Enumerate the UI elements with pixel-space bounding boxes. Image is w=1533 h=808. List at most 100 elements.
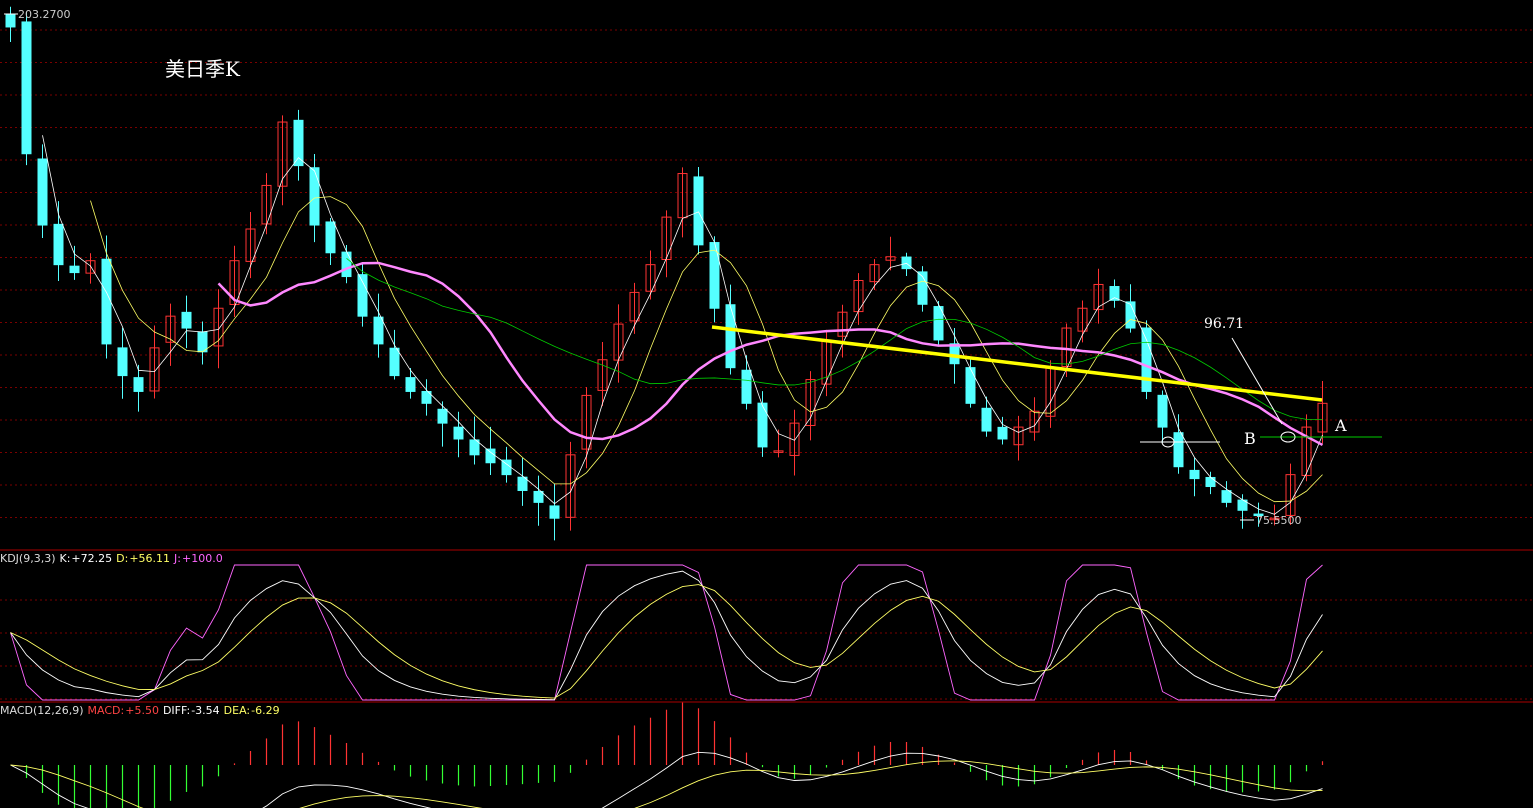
candle: [437, 401, 448, 447]
candle-body: [293, 119, 304, 167]
candle: [549, 483, 560, 541]
candle: [1317, 380, 1328, 444]
candle: [5, 6, 16, 42]
trendline: [711, 325, 1323, 402]
candle-body: [933, 306, 944, 341]
candle: [1013, 415, 1024, 461]
macd-label: MACD:: [87, 704, 125, 717]
candle: [1029, 397, 1040, 441]
candle: [1077, 300, 1088, 343]
macd-plot: [10, 702, 1324, 808]
candle-body: [1109, 286, 1120, 301]
level-value-label: 96.71: [1204, 316, 1244, 332]
candle: [981, 396, 992, 437]
candle: [21, 11, 32, 166]
candle-body: [101, 258, 112, 345]
candle: [245, 211, 256, 279]
candle-body: [5, 13, 16, 28]
candle-body: [1141, 327, 1152, 392]
candle: [1221, 481, 1232, 508]
candle: [181, 295, 192, 349]
candle-body: [693, 176, 704, 246]
candle: [965, 358, 976, 408]
candle: [85, 253, 96, 284]
candle-body: [1221, 490, 1232, 503]
candle: [69, 245, 80, 280]
candle: [741, 355, 752, 410]
candle: [373, 293, 384, 358]
candle-body: [501, 459, 512, 476]
candle: [693, 166, 704, 255]
candle-body: [181, 311, 192, 329]
candle: [1189, 457, 1200, 497]
candlesticks: [5, 6, 1328, 541]
kdj-legend: KDJ(9,3,3) K:+72.25 D:+56.11 J:+100.0: [0, 552, 227, 565]
candle: [389, 329, 400, 380]
candle-body: [357, 274, 368, 317]
candle-body: [69, 265, 80, 274]
candle-body: [997, 426, 1008, 440]
candle: [357, 262, 368, 327]
candle: [597, 342, 608, 407]
stock-chart: 美日季K 203.2700 75.5500 96.71 A B: [0, 6, 1533, 808]
candle-body: [949, 343, 960, 365]
candle: [565, 441, 576, 531]
candle-body: [901, 256, 912, 270]
point-b-label: B: [1244, 429, 1256, 448]
candle-body: [517, 476, 528, 491]
candle-body: [725, 304, 736, 369]
low-price-label: 75.5500: [1256, 514, 1302, 527]
candle: [117, 327, 128, 399]
candle: [325, 217, 336, 266]
candle: [37, 144, 48, 238]
candle: [165, 303, 176, 366]
candle: [501, 446, 512, 483]
candle: [517, 458, 528, 506]
high-price-label: 203.2700: [18, 8, 71, 21]
candle-body: [53, 223, 64, 266]
candle-body: [1125, 301, 1136, 329]
candle: [1093, 268, 1104, 324]
kdj-d-label: D:: [116, 552, 129, 565]
candle-body: [133, 377, 144, 392]
candle-body: [965, 367, 976, 404]
macd-dea-value: -6.29: [251, 704, 280, 717]
candle-body: [1189, 469, 1200, 480]
candle-body: [453, 426, 464, 440]
candle: [1109, 279, 1120, 308]
candle: [1301, 414, 1312, 482]
candle-body: [405, 377, 416, 392]
candle: [645, 250, 656, 300]
ma-mid-line: [90, 196, 1323, 503]
chart-title: 美日季K: [165, 57, 241, 81]
candle: [1205, 471, 1216, 495]
kdj-k-line: [10, 570, 1323, 701]
candle-body: [309, 167, 320, 226]
candle: [469, 416, 480, 465]
candle: [933, 301, 944, 346]
candle-body: [533, 490, 544, 503]
candle: [885, 236, 896, 271]
candle-body: [757, 402, 768, 448]
candle: [997, 416, 1008, 445]
macd-name: MACD(12,26,9): [0, 704, 84, 717]
candle: [709, 236, 720, 323]
candle: [917, 266, 928, 312]
candle-body: [741, 369, 752, 404]
candle-body: [981, 407, 992, 432]
kdj-k-value: +72.25: [71, 552, 113, 565]
candle: [613, 304, 624, 383]
candle-body: [549, 505, 560, 519]
candle: [405, 367, 416, 399]
candle-body: [437, 408, 448, 424]
candle-body: [197, 331, 208, 353]
candle: [421, 379, 432, 416]
candle-body: [1157, 394, 1168, 428]
candle-body: [1173, 432, 1184, 468]
candle: [1125, 284, 1136, 333]
kdj-j-value: +100.0: [182, 552, 223, 565]
macd-diff-label: DIFF:: [162, 704, 191, 717]
candle-body: [21, 21, 32, 155]
macd-value: +5.50: [125, 704, 159, 717]
macd-dea-label: DEA:: [223, 704, 251, 717]
